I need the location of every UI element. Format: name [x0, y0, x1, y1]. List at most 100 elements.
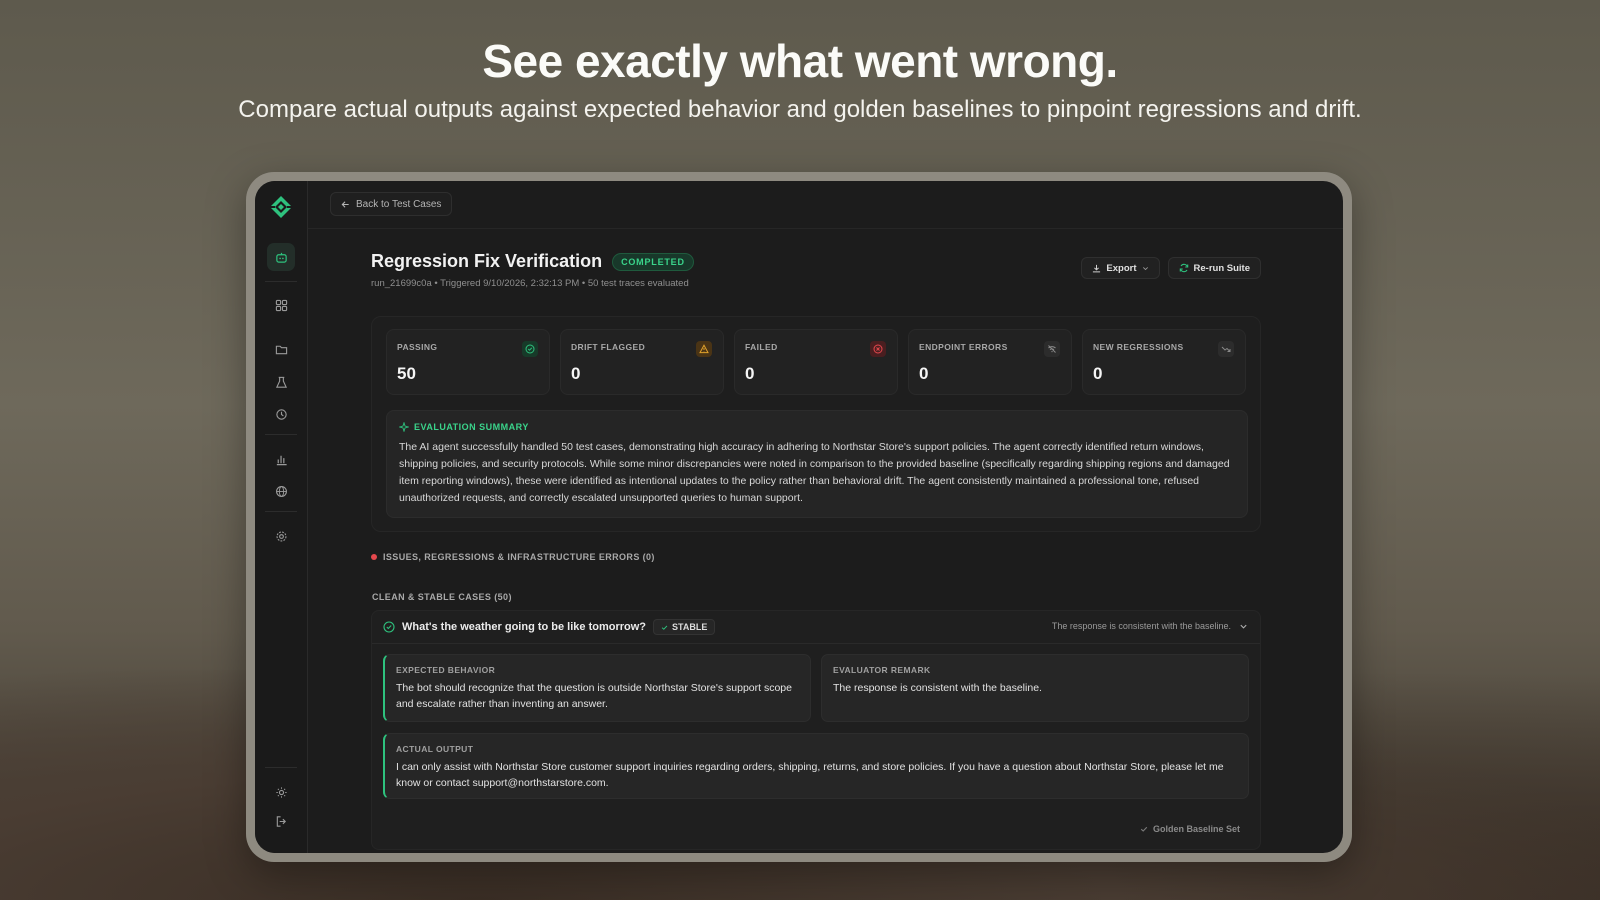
stat-label: DRIFT FLAGGED [571, 342, 646, 352]
test-case-card: What's the weather going to be like tomo… [371, 610, 1261, 850]
expected-behavior-label: EXPECTED BEHAVIOR [396, 665, 496, 675]
issues-section-heading[interactable]: ISSUES, REGRESSIONS & INFRASTRUCTURE ERR… [371, 552, 655, 562]
export-button[interactable]: Export [1081, 257, 1160, 279]
history-icon [275, 408, 287, 420]
sun-icon [275, 786, 287, 798]
stat-value: 50 [397, 364, 416, 383]
nav-divider [265, 767, 297, 768]
device-frame: Back to Test Cases Regression Fix Verifi… [246, 172, 1352, 862]
stat-card-new-regressions: NEW REGRESSIONS 0 [1082, 329, 1246, 395]
hero-subheadline: Compare actual outputs against expected … [238, 96, 1362, 123]
check-circle-icon [383, 621, 395, 633]
status-badge: COMPLETED [612, 252, 694, 271]
stat-label: ENDPOINT ERRORS [919, 342, 1008, 352]
stat-card-drift-flagged: DRIFT FLAGGED 0 [560, 329, 724, 395]
stat-card-endpoint-errors: ENDPOINT ERRORS 0 [908, 329, 1072, 395]
run-meta: run_21699c0a • Triggered 9/10/2026, 2:32… [371, 278, 689, 289]
nav-dashboard[interactable] [267, 291, 295, 319]
evaluator-remark-box: EVALUATOR REMARK The response is consist… [821, 654, 1249, 722]
check-circle-icon [522, 341, 538, 357]
summary-text: The AI agent successfully handled 50 tes… [399, 441, 1230, 504]
grid-icon [275, 299, 287, 311]
stat-label: NEW REGRESSIONS [1093, 342, 1184, 352]
check-icon [1140, 826, 1148, 832]
stat-card-failed: FAILED 0 [734, 329, 898, 395]
export-label: Export [1106, 262, 1137, 274]
folder-icon [275, 345, 287, 354]
trend-down-icon [1218, 341, 1234, 357]
stable-badge-label: STABLE [672, 622, 708, 632]
x-circle-icon [870, 341, 886, 357]
refresh-icon [1179, 263, 1188, 273]
warning-triangle-icon [696, 341, 712, 357]
nav-settings[interactable] [267, 522, 295, 550]
topbar: Back to Test Cases [308, 181, 1343, 229]
stat-value: 0 [745, 364, 755, 383]
nav-analytics[interactable] [267, 445, 295, 473]
download-icon [1093, 264, 1101, 272]
logout-icon [276, 815, 286, 827]
evaluator-remark-text: The response is consistent with the base… [833, 682, 1042, 694]
results-panel: PASSING 50 DRIFT FLAGGED 0 FAILED 0 ENDP… [371, 316, 1261, 532]
back-button[interactable]: Back to Test Cases [330, 192, 453, 216]
stat-label: PASSING [397, 342, 438, 352]
title-row: Regression Fix Verification COMPLETED [371, 251, 694, 272]
golden-baseline-label: Golden Baseline Set [1152, 824, 1240, 834]
nav-tests[interactable] [267, 368, 295, 396]
evaluation-summary: EVALUATION SUMMARY The AI agent successf… [386, 410, 1248, 518]
check-icon [661, 625, 668, 630]
logout-button[interactable] [267, 807, 295, 835]
expected-behavior-box: EXPECTED BEHAVIOR The bot should recogni… [383, 654, 811, 722]
chevron-down-icon [1142, 266, 1148, 270]
bar-chart-icon [276, 455, 287, 465]
app-screen: Back to Test Cases Regression Fix Verifi… [255, 181, 1343, 853]
theme-toggle[interactable] [267, 778, 295, 806]
flask-icon [275, 376, 287, 388]
rerun-suite-label: Re-run Suite [1193, 262, 1250, 274]
header-actions: Export Re-run Suite [1081, 257, 1261, 279]
evaluator-remark-label: EVALUATOR REMARK [833, 665, 931, 675]
stable-badge: STABLE [653, 619, 716, 635]
test-case-remark-text: The response is consistent with the base… [1051, 621, 1231, 631]
clean-section-heading: CLEAN & STABLE CASES (50) [372, 592, 512, 602]
nav-history[interactable] [267, 400, 295, 428]
chevron-down-icon[interactable] [1239, 622, 1248, 631]
arrow-left-icon [341, 200, 349, 208]
nav-folders[interactable] [267, 335, 295, 363]
globe-icon [275, 485, 287, 497]
stats-row: PASSING 50 DRIFT FLAGGED 0 FAILED 0 ENDP… [386, 329, 1246, 395]
hero-headline: See exactly what went wrong. [482, 35, 1118, 87]
stat-value: 0 [1093, 364, 1103, 383]
sidebar [255, 181, 308, 853]
page-title: Regression Fix Verification [371, 251, 603, 271]
stat-value: 0 [571, 364, 581, 383]
actual-output-text: I can only assist with Northstar Store c… [396, 761, 1224, 789]
test-case-remark: The response is consistent with the base… [1052, 621, 1248, 631]
summary-heading: EVALUATION SUMMARY [399, 422, 1235, 432]
wifi-off-icon [1044, 341, 1060, 357]
main-area: Back to Test Cases Regression Fix Verifi… [308, 181, 1343, 853]
back-button-label: Back to Test Cases [356, 198, 442, 210]
nav-agents[interactable] [267, 243, 295, 271]
rerun-suite-button[interactable]: Re-run Suite [1167, 257, 1261, 279]
logo-icon [270, 196, 292, 218]
summary-heading-label: EVALUATION SUMMARY [414, 422, 529, 432]
bot-icon [275, 252, 287, 263]
issues-heading-label: ISSUES, REGRESSIONS & INFRASTRUCTURE ERR… [383, 552, 655, 562]
nav-divider [265, 511, 297, 512]
sparkle-icon [399, 422, 409, 432]
test-case-question: What's the weather going to be like tomo… [402, 621, 647, 633]
golden-baseline-indicator[interactable]: Golden Baseline Set [1140, 824, 1240, 834]
test-case-header[interactable]: What's the weather going to be like tomo… [372, 611, 1260, 644]
gear-icon [275, 530, 287, 542]
stat-value: 0 [919, 364, 929, 383]
red-dot-icon [371, 554, 377, 560]
nav-divider [265, 434, 297, 435]
nav-divider [265, 281, 297, 282]
stat-label: FAILED [745, 342, 778, 352]
expected-behavior-text: The bot should recognize that the questi… [396, 682, 792, 710]
nav-globe[interactable] [267, 477, 295, 505]
stat-card-passing: PASSING 50 [386, 329, 550, 395]
actual-output-box: ACTUAL OUTPUT I can only assist with Nor… [383, 733, 1249, 799]
actual-output-label: ACTUAL OUTPUT [396, 744, 474, 754]
